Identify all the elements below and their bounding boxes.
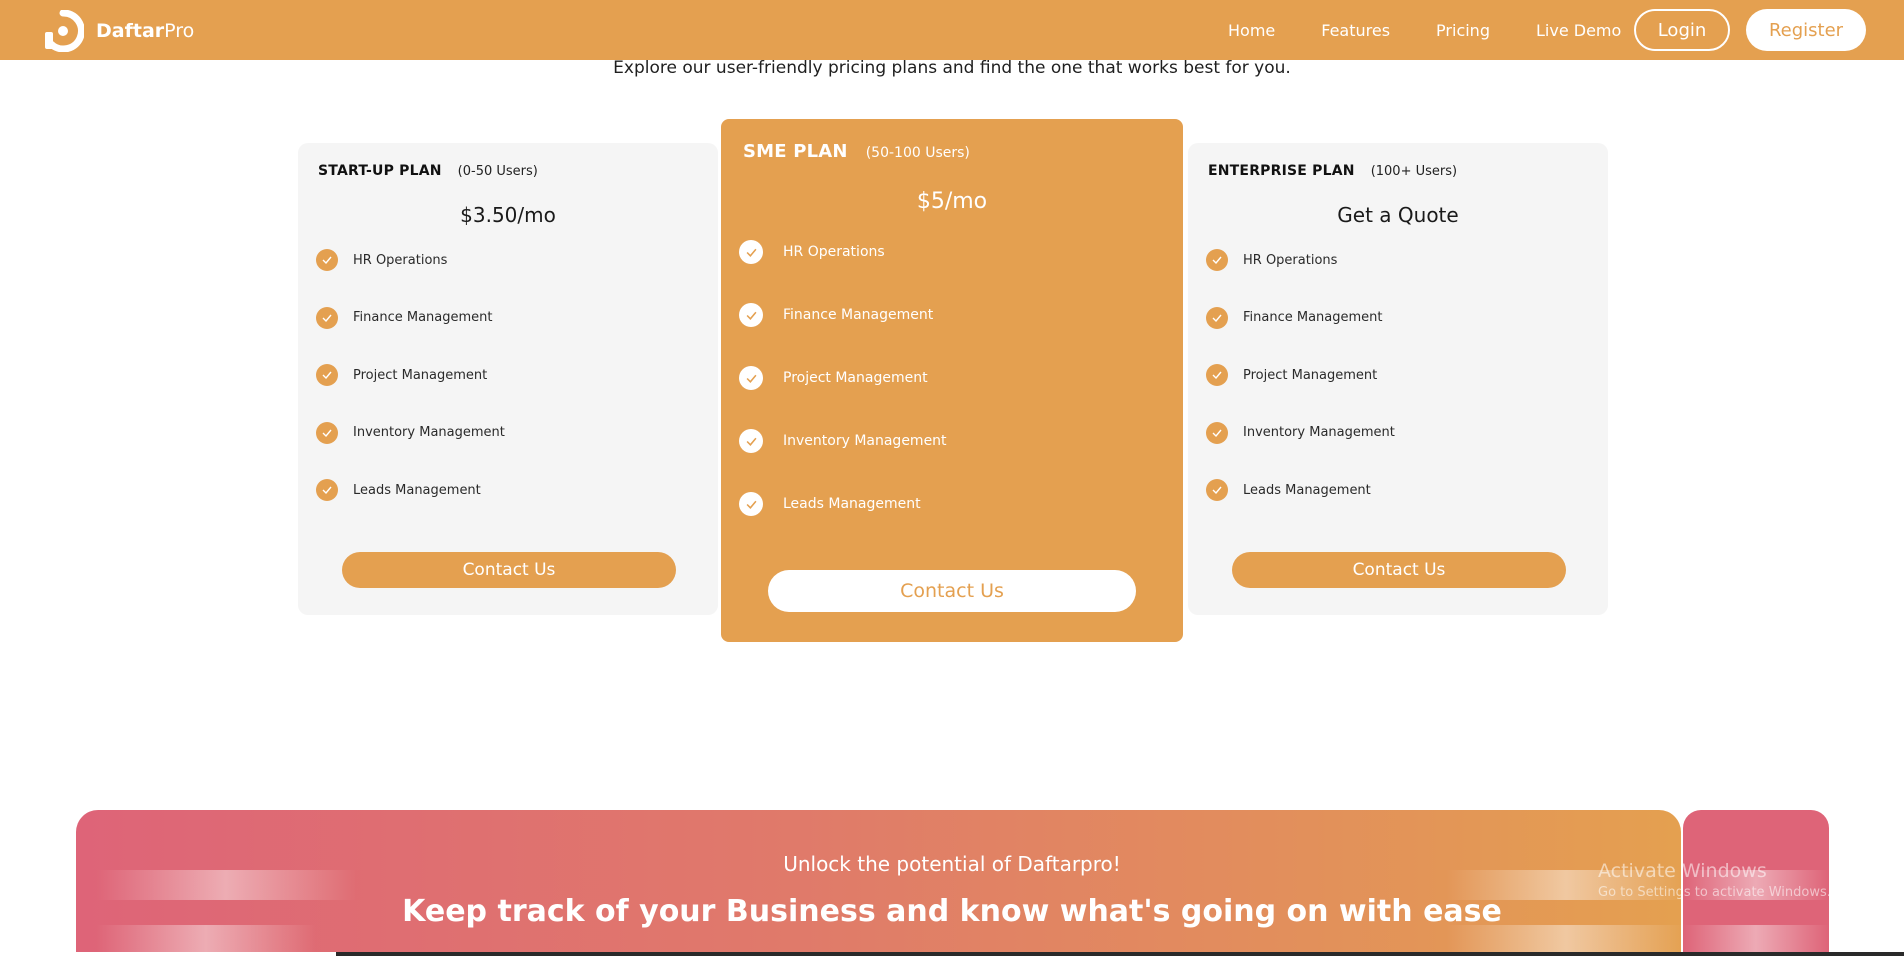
check-icon: [739, 492, 763, 516]
feature-label: Inventory Management: [353, 425, 505, 440]
contact-us-button[interactable]: Contact Us: [768, 570, 1136, 612]
pricing-card-enterprise: ENTERPRISE PLAN (100+ Users) Get a Quote…: [1188, 143, 1608, 615]
plan-users: (100+ Users): [1370, 164, 1458, 179]
register-button[interactable]: Register: [1746, 9, 1866, 51]
banner-decoration: [1683, 925, 1829, 955]
plan-name: ENTERPRISE PLAN: [1208, 163, 1355, 179]
feature-list: HR Operations Finance Management Project…: [739, 240, 947, 555]
plan-price: $3.50/mo: [460, 203, 556, 227]
cta-banner: [76, 810, 1681, 956]
contact-us-button[interactable]: Contact Us: [342, 552, 676, 588]
check-icon: [739, 366, 763, 390]
feature-item: Leads Management: [316, 479, 505, 501]
feature-label: Project Management: [783, 370, 928, 386]
nav-home[interactable]: Home: [1228, 21, 1275, 40]
banner-decoration: [96, 925, 316, 955]
plan-header: ENTERPRISE PLAN (100+ Users): [1208, 163, 1457, 179]
check-icon: [316, 479, 338, 501]
login-button[interactable]: Login: [1634, 9, 1730, 51]
feature-item: Inventory Management: [1206, 421, 1395, 444]
activate-windows-watermark: Activate Windows: [1598, 860, 1767, 882]
feature-item: HR Operations: [1206, 249, 1395, 271]
plan-header: START-UP PLAN (0-50 Users): [318, 163, 538, 179]
check-icon: [316, 249, 338, 271]
brand-name-bold: Daftar: [96, 20, 165, 42]
feature-label: Leads Management: [783, 496, 921, 512]
banner-title: Keep track of your Business and know wha…: [402, 894, 1502, 929]
feature-label: Leads Management: [353, 482, 481, 498]
check-icon: [316, 421, 338, 444]
feature-label: HR Operations: [1243, 252, 1338, 268]
feature-item: Project Management: [1206, 364, 1395, 386]
activate-windows-hint: Go to Settings to activate Windows.: [1598, 885, 1831, 900]
nav-live-demo[interactable]: Live Demo: [1536, 21, 1621, 40]
banner-next-slide: [1683, 810, 1829, 956]
feature-item: Inventory Management: [316, 421, 505, 444]
banner-decoration: [1446, 925, 1681, 955]
nav-features[interactable]: Features: [1321, 21, 1390, 40]
daftarpro-logo-icon: [42, 9, 85, 53]
feature-label: Inventory Management: [1243, 425, 1395, 440]
check-icon: [1206, 479, 1228, 501]
feature-label: HR Operations: [353, 252, 448, 268]
feature-item: Inventory Management: [739, 429, 947, 453]
feature-item: Finance Management: [739, 303, 947, 327]
contact-us-button[interactable]: Contact Us: [1232, 552, 1566, 588]
plan-name: SME PLAN: [743, 141, 848, 162]
pricing-card-startup: START-UP PLAN (0-50 Users) $3.50/mo HR O…: [298, 143, 718, 615]
main-nav: Home Features Pricing Live Demo: [1228, 0, 1667, 60]
feature-label: Leads Management: [1243, 482, 1371, 498]
feature-item: Leads Management: [1206, 479, 1395, 501]
check-icon: [739, 240, 763, 264]
check-icon: [1206, 421, 1228, 444]
check-icon: [316, 306, 338, 329]
feature-label: Finance Management: [353, 310, 493, 325]
check-icon: [1206, 249, 1228, 271]
check-icon: [1206, 306, 1228, 329]
feature-list: HR Operations Finance Management Project…: [1206, 249, 1395, 537]
brand-name-light: Pro: [164, 20, 195, 42]
check-icon: [316, 364, 338, 386]
feature-list: HR Operations Finance Management Project…: [316, 249, 505, 537]
check-icon: [1206, 364, 1228, 386]
check-icon: [739, 303, 763, 327]
scrollbar-thumb[interactable]: [48, 952, 336, 956]
horizontal-scrollbar[interactable]: [48, 952, 1904, 956]
feature-item: HR Operations: [316, 249, 505, 271]
feature-item: Finance Management: [316, 306, 505, 329]
feature-label: HR Operations: [783, 244, 885, 260]
feature-label: Finance Management: [783, 307, 934, 323]
pricing-card-sme: SME PLAN (50-100 Users) $5/mo HR Operati…: [721, 119, 1183, 642]
feature-label: Project Management: [1243, 367, 1378, 383]
brand-logo[interactable]: DaftarPro: [42, 9, 194, 53]
top-navbar: DaftarPro Home Features Pricing Live Dem…: [0, 0, 1904, 60]
feature-label: Finance Management: [1243, 310, 1383, 325]
pricing-subtitle: Explore our user-friendly pricing plans …: [613, 58, 1291, 78]
feature-item: Project Management: [316, 364, 505, 386]
plan-name: START-UP PLAN: [318, 163, 442, 179]
plan-price: $5/mo: [916, 189, 988, 214]
feature-item: Leads Management: [739, 492, 947, 516]
feature-item: HR Operations: [739, 240, 947, 264]
plan-users: (50-100 Users): [865, 145, 970, 161]
feature-item: Finance Management: [1206, 306, 1395, 329]
check-icon: [739, 429, 763, 453]
plan-price: Get a Quote: [1337, 203, 1459, 227]
feature-label: Inventory Management: [783, 433, 947, 449]
nav-pricing[interactable]: Pricing: [1436, 21, 1490, 40]
plan-users: (0-50 Users): [457, 164, 538, 179]
feature-item: Project Management: [739, 366, 947, 390]
feature-label: Project Management: [353, 367, 488, 383]
plan-header: SME PLAN (50-100 Users): [743, 141, 970, 162]
brand-name: DaftarPro: [96, 20, 194, 42]
